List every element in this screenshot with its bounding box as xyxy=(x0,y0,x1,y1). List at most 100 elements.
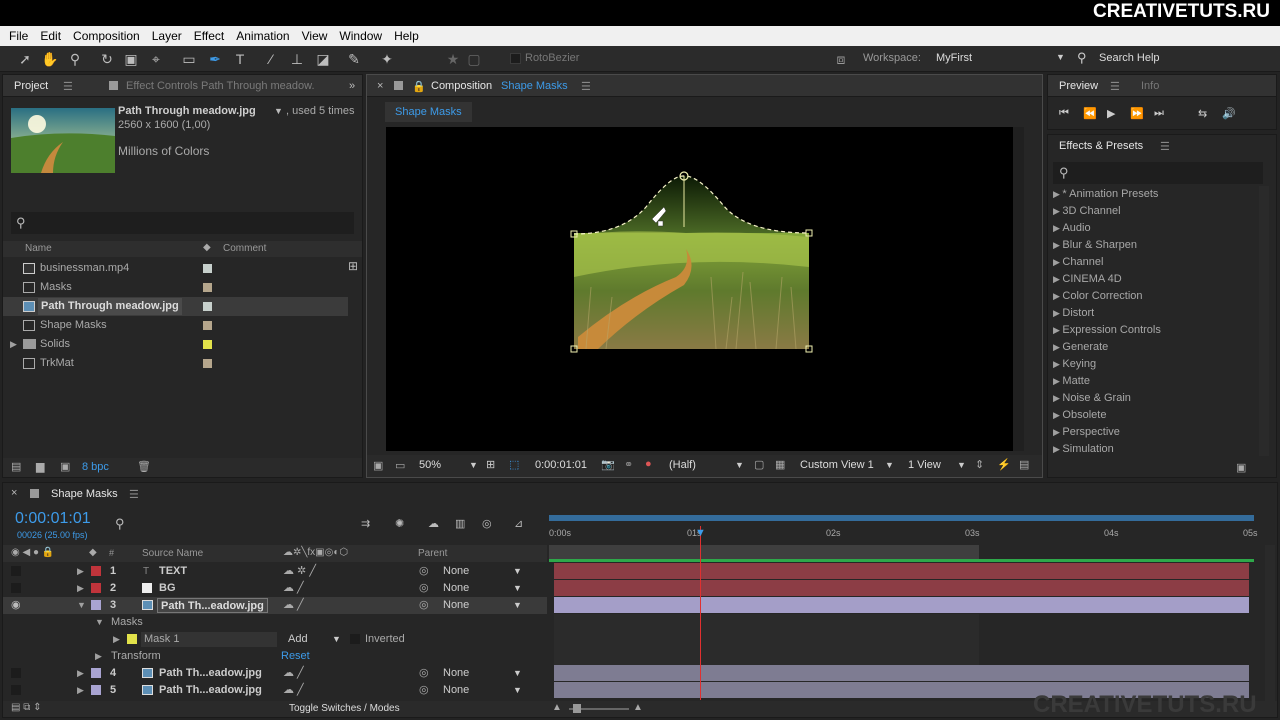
chevron-down-icon[interactable]: ▼ xyxy=(735,460,744,470)
parent-select[interactable]: None xyxy=(443,580,469,597)
toggle-pixel-icon[interactable]: ⇕ xyxy=(975,458,984,471)
menu-help[interactable]: Help xyxy=(388,26,425,46)
list-item-selected[interactable]: Path Through meadow.jpg xyxy=(3,297,348,316)
composition-viewer[interactable] xyxy=(386,127,1024,451)
grid-icon[interactable]: ⊞ xyxy=(486,458,495,471)
next-frame-icon[interactable]: ⏩ xyxy=(1130,107,1144,120)
work-area-bar[interactable] xyxy=(549,545,979,559)
visibility-toggle[interactable] xyxy=(11,583,21,593)
menu-effect[interactable]: Effect xyxy=(188,26,230,46)
interpret-footage-icon[interactable]: ▤ xyxy=(11,460,21,473)
menu-animation[interactable]: Animation xyxy=(230,26,295,46)
effect-category[interactable]: ▶ Keying xyxy=(1053,356,1161,373)
parent-select[interactable]: None xyxy=(443,665,469,682)
rectangle-tool-icon[interactable]: ▭ xyxy=(180,50,198,68)
fast-previews-icon[interactable]: ⚡ xyxy=(997,458,1011,471)
layer-bar-text[interactable] xyxy=(554,563,1249,579)
viewer-scrollbar[interactable] xyxy=(1013,127,1024,451)
motion-blur-icon[interactable]: ◎ xyxy=(482,517,492,530)
list-item[interactable]: TrkMat xyxy=(3,354,348,373)
panel-menu-icon[interactable]: ☰ xyxy=(63,80,73,93)
zoom-in-icon[interactable]: ▲ xyxy=(633,702,643,713)
selection-tool-icon[interactable]: ➚ xyxy=(16,50,34,68)
panel-menu-icon[interactable]: ☰ xyxy=(581,80,591,93)
new-composition-icon[interactable]: ▣ xyxy=(60,460,70,473)
rotobezier-checkbox[interactable] xyxy=(510,53,521,64)
effect-category[interactable]: ▶ Channel xyxy=(1053,254,1161,271)
visibility-toggle[interactable] xyxy=(11,668,21,678)
pick-whip-icon[interactable]: ◎ xyxy=(419,563,429,580)
effects-scrollbar[interactable] xyxy=(1259,186,1269,456)
tab-effect-controls[interactable]: Effect Controls Path Through meadow. xyxy=(126,80,326,92)
label-swatch[interactable] xyxy=(203,283,212,292)
footer-icons[interactable]: ▤ ⧉ ⇕ xyxy=(11,702,42,713)
effect-category[interactable]: ▶ Obsolete xyxy=(1053,407,1161,424)
close-icon[interactable]: × xyxy=(377,80,383,92)
expand-triangle-icon[interactable]: ▶ xyxy=(77,665,84,682)
layer-label-color[interactable] xyxy=(91,583,101,593)
chevron-down-icon[interactable]: ▼ xyxy=(1056,52,1065,62)
graph-editor-icon[interactable]: ⊿ xyxy=(514,517,523,530)
layer-label-color[interactable] xyxy=(91,668,101,678)
effect-category[interactable]: ▶ Perspective xyxy=(1053,424,1161,441)
clone-stamp-tool-icon[interactable]: ⊥ xyxy=(288,50,306,68)
layer-label-color[interactable] xyxy=(91,566,101,576)
effect-category[interactable]: ▶ 3D Channel xyxy=(1053,203,1161,220)
effect-category[interactable]: ▶ CINEMA 4D xyxy=(1053,271,1161,288)
magnification-select[interactable]: 50% xyxy=(419,459,441,471)
workspace-select[interactable]: MyFirst xyxy=(936,52,972,64)
expand-triangle-icon[interactable]: ▶ xyxy=(77,580,84,597)
toggle-switches-modes-button[interactable]: Toggle Switches / Modes xyxy=(289,703,400,714)
label-swatch[interactable] xyxy=(203,359,212,368)
first-frame-icon[interactable]: ⏮ xyxy=(1059,107,1069,120)
visibility-toggle[interactable] xyxy=(11,566,21,576)
region-of-interest-icon[interactable]: ▢ xyxy=(754,458,764,471)
column-parent[interactable]: Parent xyxy=(418,548,447,559)
work-area-navigator[interactable] xyxy=(549,515,1254,521)
label-swatch[interactable] xyxy=(203,340,212,349)
menu-edit[interactable]: Edit xyxy=(34,26,67,46)
tab-project[interactable]: Project xyxy=(14,80,48,92)
parent-select[interactable]: None xyxy=(443,563,469,580)
loop-icon[interactable]: ⇆ xyxy=(1198,107,1207,120)
brush-tool-icon[interactable]: ⁄ xyxy=(262,50,280,68)
effect-category[interactable]: ▶ Matte xyxy=(1053,373,1161,390)
composition-mini-flowchart-icon[interactable]: ⇉ xyxy=(361,517,370,530)
list-item[interactable]: businessman.mp4 xyxy=(3,259,348,278)
layer-name[interactable]: Path Th...eadow.jpg xyxy=(159,665,262,682)
chevron-down-icon[interactable]: ▼ xyxy=(469,460,478,470)
expand-triangle-icon[interactable]: ▶ xyxy=(77,563,84,580)
zoom-out-icon[interactable]: ▲ xyxy=(552,702,562,713)
shy-switch-icon[interactable]: ☁ ✲ ╱ xyxy=(283,563,316,580)
effects-search-input[interactable]: ⚲ xyxy=(1053,162,1263,184)
playhead-icon[interactable]: ▼ xyxy=(695,527,706,539)
parent-select[interactable]: None xyxy=(443,597,469,614)
shy-switch-icon[interactable]: ☁ ╱ xyxy=(283,580,304,597)
eraser-tool-icon[interactable]: ◪ xyxy=(314,50,332,68)
label-swatch[interactable] xyxy=(203,302,212,311)
draft-3d-icon[interactable]: ✺ xyxy=(395,517,404,530)
view-select[interactable]: Custom View 1 xyxy=(800,459,874,471)
pick-whip-icon[interactable]: ◎ xyxy=(419,580,429,597)
audio-icon[interactable]: 🔊 xyxy=(1222,107,1236,120)
menu-layer[interactable]: Layer xyxy=(146,26,188,46)
current-time-indicator[interactable] xyxy=(700,526,701,700)
masks-group-row[interactable]: ▼ Masks xyxy=(3,614,547,631)
camera-tool-icon[interactable]: ▣ xyxy=(122,50,140,68)
tab-preview[interactable]: Preview xyxy=(1059,80,1098,92)
show-snapshot-icon[interactable]: ⚭ xyxy=(624,458,633,471)
zoom-tool-icon[interactable]: ⚲ xyxy=(66,50,84,68)
mask-visibility-icon[interactable]: ⬚ xyxy=(509,458,519,471)
new-preset-icon[interactable]: ▣ xyxy=(1236,461,1246,474)
layer-row[interactable]: ▶ 2 BG ☁ ╱ ◎ None ▼ xyxy=(3,580,547,597)
effect-category[interactable]: ▶ Distort xyxy=(1053,305,1161,322)
collapse-triangle-icon[interactable]: ▼ xyxy=(77,597,86,614)
chevron-down-icon[interactable]: ▼ xyxy=(513,563,522,580)
chevron-down-icon[interactable]: ▼ xyxy=(513,665,522,682)
column-source-name[interactable]: Source Name xyxy=(142,548,203,559)
layer-name[interactable]: TEXT xyxy=(159,563,187,580)
menu-window[interactable]: Window xyxy=(333,26,388,46)
layer-row[interactable]: ▶ 5 Path Th...eadow.jpg ☁ ╱ ◎ None ▼ xyxy=(3,682,547,699)
shy-switch-icon[interactable]: ☁ ╱ xyxy=(283,682,304,699)
shy-switch-icon[interactable]: ☁ ╱ xyxy=(283,597,304,614)
